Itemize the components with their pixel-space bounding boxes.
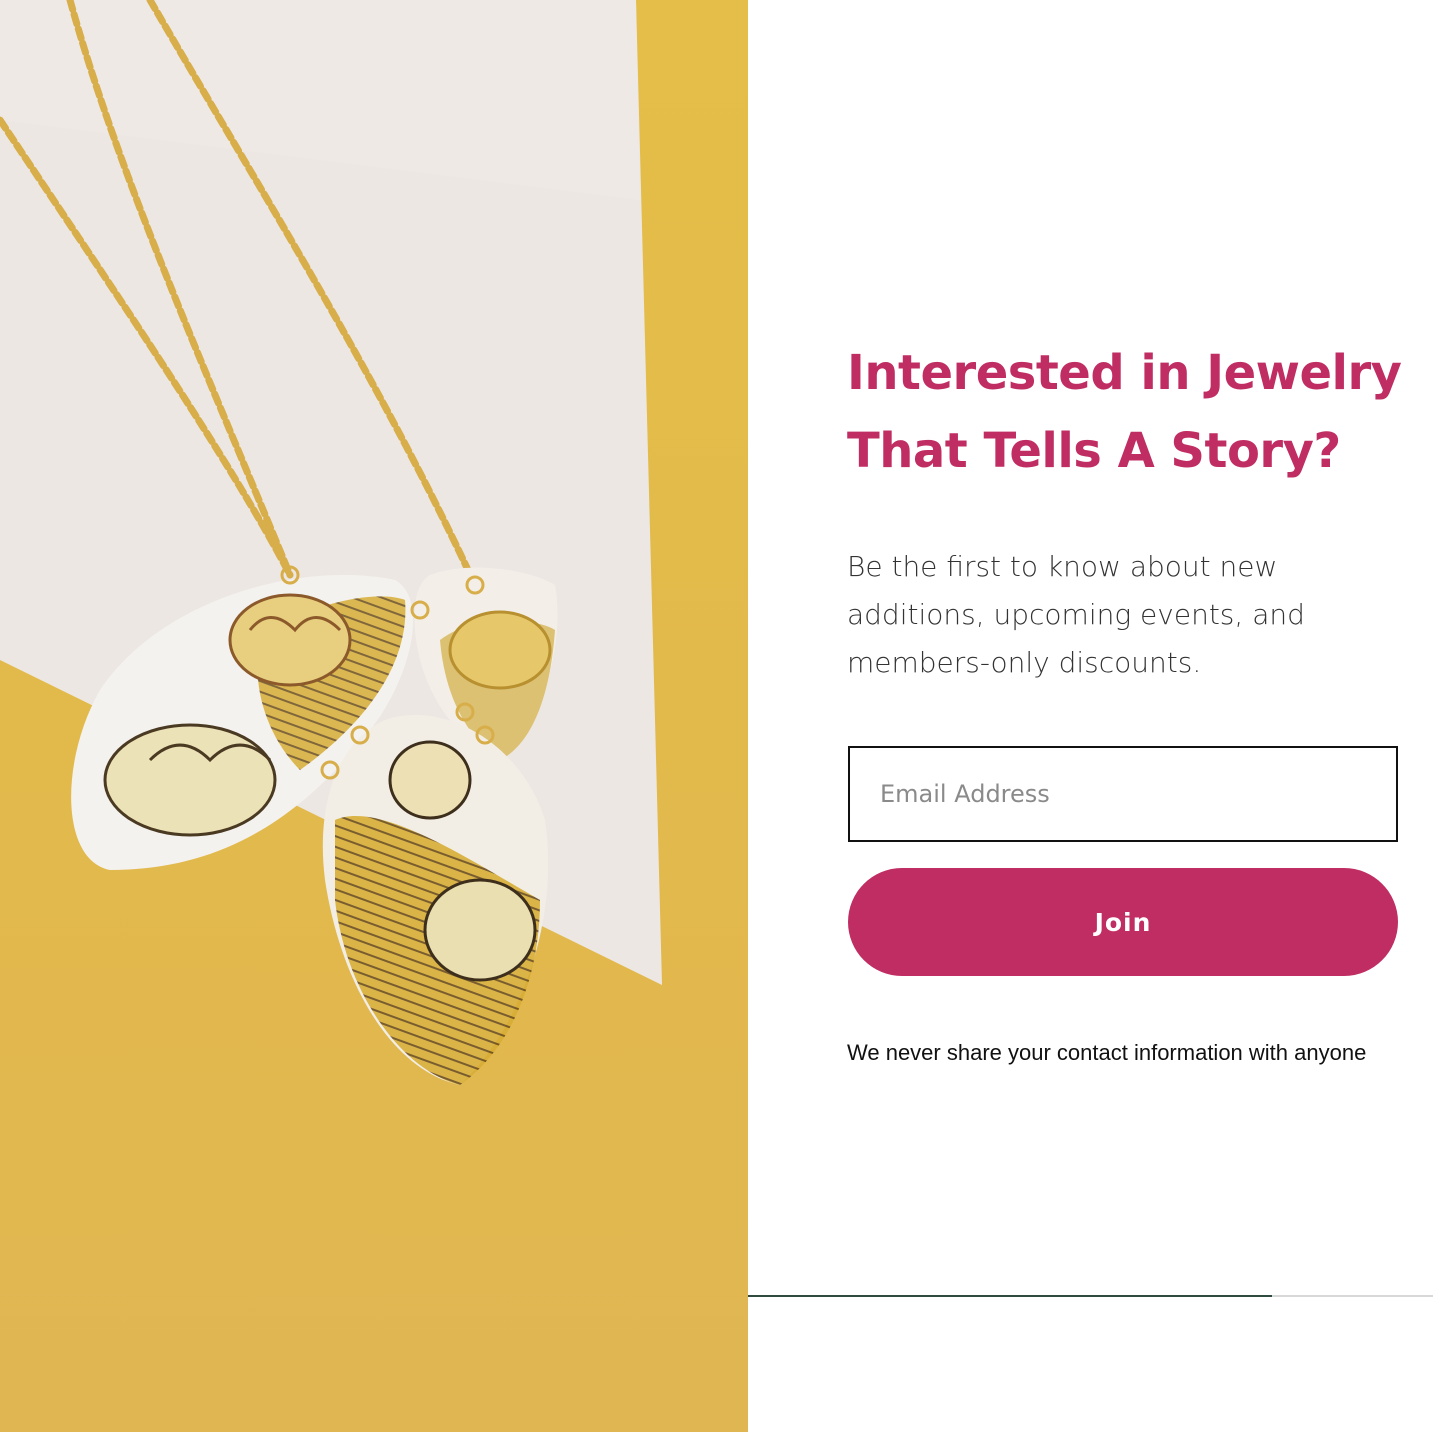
signup-headline: Interested in Jewelry That Tells A Story… [847,345,1402,479]
signup-subtext: Be the first to know about new additions… [847,550,1305,679]
necklace-photo-icon [0,0,662,1085]
progress-bar [748,1295,1433,1297]
progress-fill [748,1295,1273,1297]
privacy-note: We never share your contact information … [847,1040,1367,1065]
signup-panel: Interested in Jewelry That Tells A Story… [748,0,1433,1432]
join-button[interactable]: Join [848,868,1398,976]
hero-image [0,0,748,1432]
pendant-bottom [322,714,549,1085]
email-field[interactable] [848,746,1398,842]
